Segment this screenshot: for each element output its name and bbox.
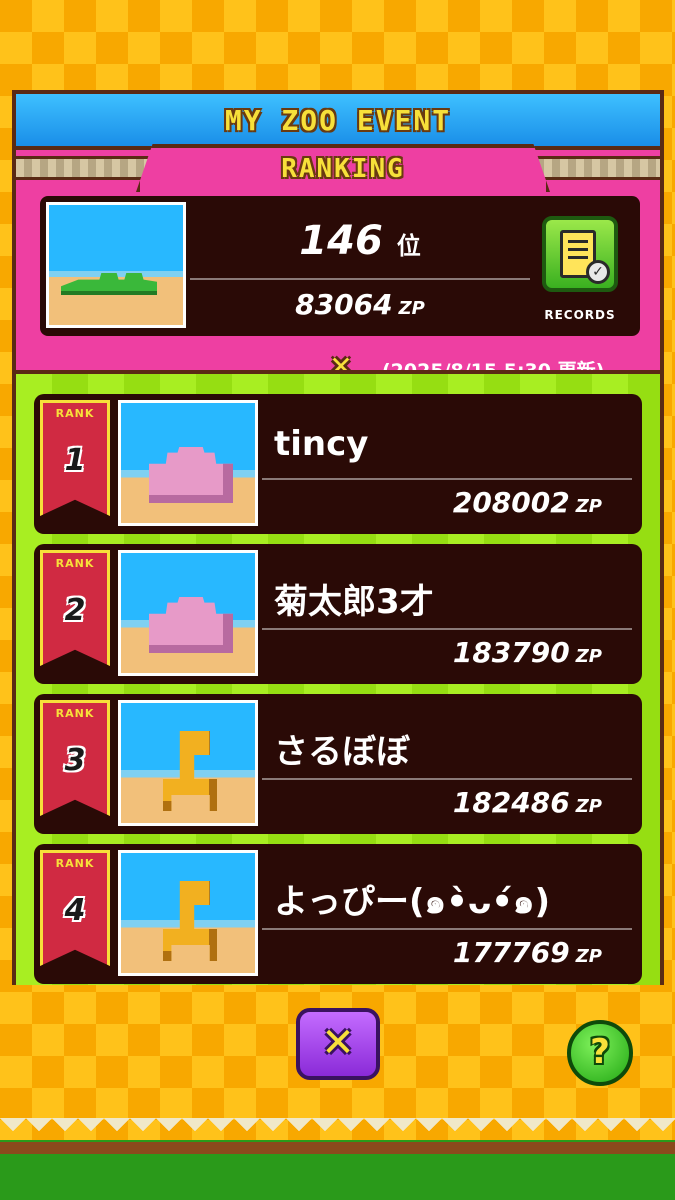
rank-number: 3 xyxy=(64,743,86,778)
rank-label: RANK xyxy=(55,707,95,720)
my-score-value: 83064 xyxy=(295,288,393,321)
ground-band xyxy=(0,1142,675,1154)
zigzag-border xyxy=(0,1118,675,1144)
ranking-row[interactable]: RANK 3 さるぼぼ 182486 ZP xyxy=(34,694,642,834)
player-name: 菊太郎3才 xyxy=(274,582,434,622)
player-name: さるぼぼ xyxy=(274,732,410,772)
player-score-unit: ZP xyxy=(575,646,602,667)
my-rank-box: 146 位 83064 ZP ✓ RECORDS xyxy=(40,196,640,336)
event-title: MY ZOO EVENT xyxy=(224,104,452,137)
my-rank-number: 146 xyxy=(299,218,383,264)
divider xyxy=(262,928,632,930)
rank-ribbon: RANK 2 xyxy=(40,550,110,666)
divider xyxy=(262,628,632,630)
player-score-unit: ZP xyxy=(575,496,602,517)
my-score-unit: ZP xyxy=(398,298,425,319)
player-score: 177769 ZP xyxy=(453,936,602,969)
hippo-icon xyxy=(149,597,233,653)
player-avatar xyxy=(118,700,258,826)
player-score: 183790 ZP xyxy=(453,636,602,669)
rank-ribbon: RANK 4 xyxy=(40,850,110,966)
giraffe-icon xyxy=(163,731,217,811)
my-rank: 146 位 xyxy=(190,218,530,264)
ranking-list[interactable]: RANK 1 tincy 208002 ZP RANK 2 菊太郎3才 1837… xyxy=(16,370,660,985)
divider xyxy=(262,478,632,480)
rank-number: 1 xyxy=(64,443,86,478)
player-avatar xyxy=(118,550,258,676)
ranking-panel: MY ZOO EVENT RANKING 146 位 83064 ZP ✓ REC… xyxy=(12,90,664,985)
my-avatar xyxy=(46,202,186,328)
ranking-row[interactable]: RANK 2 菊太郎3才 183790 ZP xyxy=(34,544,642,684)
divider xyxy=(190,278,530,280)
my-score: 83064 ZP xyxy=(190,288,530,321)
player-name: tincy xyxy=(274,424,369,464)
divider xyxy=(262,778,632,780)
player-avatar xyxy=(118,400,258,526)
rank-number: 4 xyxy=(64,893,86,928)
close-button[interactable]: ✕ xyxy=(296,1008,380,1080)
event-title-bar: MY ZOO EVENT xyxy=(16,94,660,150)
hippo-icon xyxy=(149,447,233,503)
ground-decoration xyxy=(0,1118,675,1200)
my-rank-header: RANKING 146 位 83064ZP ✓ RECORDS ✕ (2025/… xyxy=(16,144,660,382)
ranking-row[interactable]: RANK 1 tincy 208002 ZP xyxy=(34,394,642,534)
player-score-unit: ZP xyxy=(575,946,602,967)
player-name: よっぴー(๑•̀ᴗ•́๑) xyxy=(274,882,551,922)
rank-label: RANK xyxy=(55,407,95,420)
rank-ribbon: RANK 1 xyxy=(40,400,110,516)
help-button[interactable]: ? xyxy=(567,1020,633,1086)
ranking-row[interactable]: RANK 4 よっぴー(๑•̀ᴗ•́๑) 177769 ZP xyxy=(34,844,642,984)
check-icon: ✓ xyxy=(586,260,610,284)
player-score-value: 183790 xyxy=(452,636,570,669)
player-score: 182486 ZP xyxy=(453,786,602,819)
my-rank-suffix: 位 xyxy=(396,232,421,260)
ranking-tab-label: RANKING xyxy=(281,154,405,184)
crocodile-icon xyxy=(61,273,157,295)
records-label: RECORDS xyxy=(544,308,616,322)
rank-label: RANK xyxy=(55,857,95,870)
player-score-value: 208002 xyxy=(452,486,570,519)
giraffe-icon xyxy=(163,881,217,961)
player-avatar xyxy=(118,850,258,976)
rank-ribbon: RANK 3 xyxy=(40,700,110,816)
ranking-tab: RANKING xyxy=(136,144,550,192)
player-score-value: 182486 xyxy=(452,786,570,819)
records-button[interactable]: ✓ xyxy=(542,216,618,292)
player-score: 208002 ZP xyxy=(453,486,602,519)
rank-number: 2 xyxy=(64,593,86,628)
rank-label: RANK xyxy=(55,557,95,570)
player-score-value: 177769 xyxy=(452,936,570,969)
player-score-unit: ZP xyxy=(575,796,602,817)
